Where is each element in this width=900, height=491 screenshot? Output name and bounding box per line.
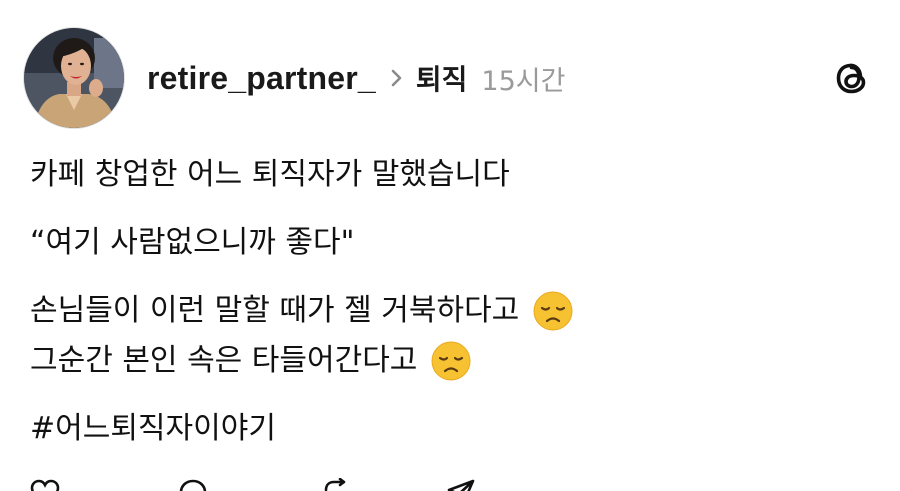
profile-photo	[24, 28, 124, 128]
post-text-line: #어느퇴직자이야기	[30, 404, 870, 454]
post-body: 카페 창업한 어느 퇴직자가 말했습니다 “여기 사람없으니까 좋다" 손님들이…	[30, 150, 870, 454]
post-text-line: 손님들이 이런 말할 때가 젤 거북하다고	[30, 286, 870, 336]
post-timestamp: 15시간	[481, 65, 566, 97]
post-text-line: “여기 사람없으니까 좋다"	[30, 218, 870, 268]
post-text: “여기 사람없으니까 좋다"	[30, 225, 355, 260]
post-text-line: 카페 창업한 어느 퇴직자가 말했습니다	[30, 150, 870, 200]
heart-icon[interactable]	[30, 478, 60, 491]
comment-icon[interactable]	[178, 478, 208, 491]
hashtag-link[interactable]: #어느퇴직자이야기	[30, 404, 276, 454]
post-text-line: 그순간 본인 속은 타들어간다고	[30, 336, 870, 386]
action-bar	[30, 478, 530, 491]
share-icon[interactable]	[446, 478, 476, 491]
post-text: 손님들이 이런 말할 때가 젤 거북하다고	[30, 293, 520, 328]
post-text: 그순간 본인 속은 타들어간다고	[30, 343, 418, 378]
threads-logo-icon[interactable]	[833, 57, 871, 99]
avatar[interactable]	[23, 27, 125, 129]
post-header: retire_partner_ 퇴직 15시간	[147, 56, 565, 100]
username-link[interactable]: retire_partner_	[147, 60, 376, 97]
chevron-right-icon	[391, 69, 402, 87]
topic-tag-link[interactable]: 퇴직	[416, 58, 468, 98]
thread-post: retire_partner_ 퇴직 15시간 카페 창업한 어느 퇴직자가 말…	[0, 0, 900, 491]
repost-icon[interactable]	[320, 478, 350, 491]
post-text: 카페 창업한 어느 퇴직자가 말했습니다	[30, 157, 510, 192]
disappointed-face-emoji	[431, 341, 471, 381]
disappointed-face-emoji	[533, 291, 573, 331]
